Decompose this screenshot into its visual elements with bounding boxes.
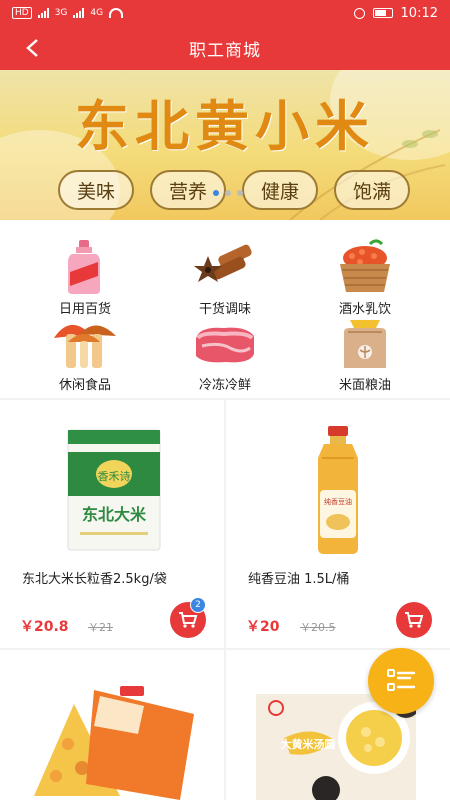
drinks-icon	[340, 239, 390, 292]
rice-bag-image: 香禾诗 东北大米	[67, 429, 161, 551]
cart-icon	[179, 612, 198, 628]
category-drinks[interactable]: 酒水乳饮	[290, 238, 440, 322]
banner-chip: 健康	[242, 170, 318, 210]
back-button[interactable]	[18, 34, 46, 62]
spices-icon	[194, 244, 252, 282]
product-name: 东北大米长粒香2.5kg/袋	[22, 572, 167, 587]
pack-brand: 大黄米汤圆	[281, 737, 336, 751]
banner-chips: 美味 营养 健康 饱满	[58, 170, 410, 210]
pack-title: 东北大米	[82, 505, 147, 524]
category-frozen[interactable]: 冷冻冷鲜	[150, 314, 300, 398]
signal-icon	[37, 8, 49, 18]
pack-brand: 香禾诗	[98, 469, 131, 483]
alarm-icon	[353, 7, 365, 19]
battery-icon	[372, 8, 393, 18]
product-card[interactable]	[0, 650, 224, 800]
app-header: 职工商城	[0, 26, 450, 70]
snacks-icon	[54, 324, 116, 368]
product-price: ￥20	[246, 619, 280, 635]
category-grain-oil[interactable]: 米面粮油	[290, 314, 440, 398]
carousel-dot[interactable]	[225, 190, 231, 196]
wifi-icon	[109, 8, 124, 18]
product-price: ￥20.8	[20, 619, 69, 635]
network-3g-label: 3G	[54, 8, 68, 18]
page-title: 职工商城	[189, 40, 261, 61]
category-label: 休闲食品	[58, 378, 111, 393]
category-spices[interactable]: 干货调味	[150, 238, 300, 322]
status-bar: HD 3G 4G 10:12	[0, 0, 450, 26]
product-old-price: ￥20.5	[300, 621, 336, 634]
cart-count-badge: 2	[190, 597, 206, 613]
banner-headline: 东北黄小米	[75, 94, 375, 158]
add-to-cart-button[interactable]	[396, 602, 432, 638]
status-time: 10:12	[400, 5, 438, 21]
product-old-price: ￥21	[88, 621, 113, 634]
hd-indicator: HD	[12, 7, 32, 19]
list-fab-button[interactable]	[368, 648, 434, 714]
product-grid: 香禾诗 东北大米 东北大米长粒香2.5kg/袋 ￥20.8 ￥21 2 纯香豆油…	[0, 400, 450, 800]
carousel-dot[interactable]	[213, 190, 219, 196]
grain-oil-icon	[344, 320, 386, 368]
category-grid: 日用百货 干货调味 酒水乳饮 休闲食品 冷冻冷鲜 米面粮油	[0, 220, 450, 398]
checklist-icon	[387, 669, 416, 691]
chevron-left-icon	[26, 39, 38, 57]
banner-chip: 美味	[58, 170, 134, 210]
product-card[interactable]: 纯香豆油 纯香豆油 1.5L/桶 ￥20 ￥20.5	[226, 400, 450, 648]
oil-bottle-image: 纯香豆油	[318, 426, 358, 554]
category-snacks[interactable]: 休闲食品	[10, 314, 160, 398]
pack-brand: 纯香豆油	[324, 497, 352, 506]
cart-icon	[405, 612, 424, 628]
category-label: 冷冻冷鲜	[198, 378, 251, 393]
product-name: 纯香豆油 1.5L/桶	[248, 572, 350, 587]
category-daily-goods[interactable]: 日用百货	[10, 238, 160, 322]
banner-chip: 饱满	[334, 170, 410, 210]
pizza-pack-image	[34, 686, 194, 800]
category-label: 米面粮油	[338, 378, 391, 393]
daily-goods-icon	[68, 240, 100, 294]
frozen-meat-icon	[196, 327, 254, 363]
promo-banner[interactable]: 东北黄小米 美味 营养 健康 饱满	[0, 70, 450, 220]
product-card[interactable]: 香禾诗 东北大米 东北大米长粒香2.5kg/袋 ￥20.8 ￥21 2	[0, 400, 224, 648]
network-4g-label: 4G	[90, 8, 104, 18]
carousel-dot[interactable]	[237, 190, 243, 196]
signal-icon	[73, 8, 85, 18]
